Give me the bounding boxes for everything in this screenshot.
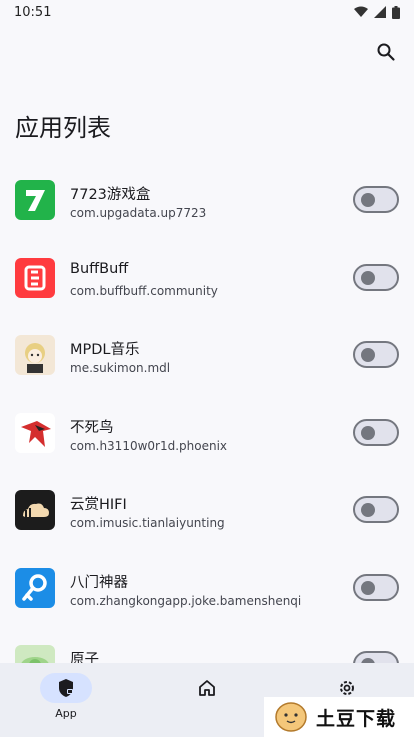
app-toggle[interactable]	[353, 573, 399, 601]
app-toggle[interactable]	[353, 651, 399, 663]
app-toggle[interactable]	[353, 418, 399, 446]
toggle-knob	[361, 270, 375, 285]
watermark: 土豆下载	[264, 697, 414, 737]
list-item[interactable]: MPDL音乐 me.sukimon.mdl	[0, 316, 414, 394]
app-package: me.sukimon.mdl	[70, 361, 171, 375]
app-toggle[interactable]	[353, 341, 399, 368]
home-icon	[199, 680, 215, 696]
list-item[interactable]: 不死鸟 com.h3110w0r1d.phoenix	[0, 394, 414, 472]
bamen-icon	[15, 567, 55, 608]
phoenix-icon	[15, 412, 55, 453]
page-title: 应用列表	[15, 114, 111, 142]
signal-icon	[374, 6, 386, 18]
buffbuff-icon	[15, 257, 55, 298]
battery-icon	[392, 5, 400, 19]
nav-app-pill	[40, 673, 92, 703]
toggle-knob	[361, 580, 375, 595]
app-toggle[interactable]	[353, 496, 399, 523]
search-button[interactable]	[374, 40, 398, 64]
top-app-bar	[0, 30, 414, 74]
list-item[interactable]: 八门神器 com.zhangkongapp.joke.bamenshenqi	[0, 549, 414, 627]
nav-app-label: App	[55, 707, 77, 720]
list-item[interactable]: 7723游戏盒 com.upgadata.up7723	[0, 161, 414, 239]
app-name: MPDL音乐	[70, 342, 140, 358]
search-icon	[377, 43, 395, 61]
app-package: com.zhangkongapp.joke.bamenshenqi	[70, 593, 302, 608]
toggle-knob	[361, 348, 375, 362]
nav-home-pill	[181, 673, 233, 703]
app-toggle[interactable]	[353, 186, 399, 213]
toggle-knob	[361, 425, 375, 440]
app-package: com.imusic.tianlaiyunting	[70, 516, 225, 530]
list-item[interactable]: 原子	[0, 626, 414, 663]
app-package: com.upgadata.up7723	[70, 206, 207, 220]
watermark-text: 土豆下载	[316, 707, 397, 730]
mpdl-icon	[15, 335, 55, 375]
app-name: 云赏HIFI	[70, 497, 127, 513]
shield-lock-icon	[59, 679, 73, 697]
app-package: com.h3110w0r1d.phoenix	[70, 438, 228, 453]
toggle-knob	[361, 503, 375, 517]
status-bar: 10:51	[0, 0, 414, 24]
list-item[interactable]: 云赏HIFI com.imusic.tianlaiyunting	[0, 471, 414, 549]
app-name: 八门神器	[70, 574, 128, 591]
list-item[interactable]: BuffBuff com.buffbuff.community	[0, 239, 414, 317]
yuanzi-icon	[15, 645, 55, 663]
app-toggle[interactable]	[353, 263, 399, 291]
nav-home[interactable]	[162, 673, 252, 733]
app-name: 7723游戏盒	[70, 187, 151, 203]
yunshang-icon	[15, 490, 55, 530]
app-name: BuffBuff	[70, 260, 129, 277]
app-list: 7723游戏盒 com.upgadata.up7723 BuffBuff com…	[0, 161, 414, 663]
status-icons	[354, 5, 400, 19]
app-name: 不死鸟	[70, 419, 114, 436]
wifi-icon	[354, 6, 368, 17]
gear-icon	[340, 681, 354, 695]
status-time: 10:51	[14, 4, 52, 20]
7723-icon	[15, 180, 55, 220]
app-name: 原子	[70, 652, 99, 663]
app-package: com.buffbuff.community	[70, 283, 218, 298]
nav-app[interactable]: App	[21, 673, 111, 733]
potato-logo-icon	[275, 702, 307, 732]
toggle-knob	[361, 193, 375, 207]
